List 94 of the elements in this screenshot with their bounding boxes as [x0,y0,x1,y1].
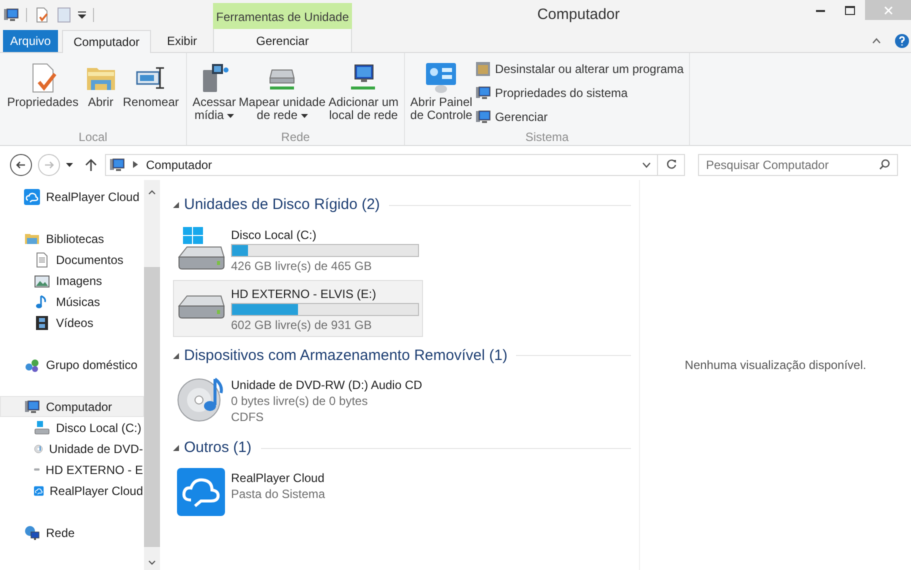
breadcrumb-arrow-icon [133,161,138,168]
collapse-triangle-icon[interactable] [173,202,179,208]
audio-cd-icon [177,375,225,423]
forward-arrow-icon [44,160,54,170]
nav-item[interactable]: Unidade de DVD- [0,438,144,459]
document-icon [34,252,50,268]
minimize-icon [816,8,824,12]
drive-tile[interactable]: Unidade de DVD-RW (D:) Audio CD 0 bytes livre(s) de 0 bytes CDFS [173,371,423,429]
drive-tile[interactable]: RealPlayer Cloud Pasta do Sistema [173,464,423,520]
drive-name: HD EXTERNO - ELVIS (E:) [231,286,378,302]
scrollbar[interactable] [144,180,160,570]
ribbon-tab[interactable]: Gerenciar [213,29,352,52]
image-icon [34,272,50,288]
ribbon-button[interactable]: Renomear [122,60,179,109]
network-icon [24,524,40,540]
window-title: Computador [537,4,620,25]
ribbon-button[interactable]: Acessar mídia [192,60,236,122]
collapse-ribbon-icon[interactable] [872,38,881,44]
drive-detail: 0 bytes livre(s) de 0 bytes [231,393,369,409]
cloud-icon [24,188,40,204]
nav-item[interactable]: Bibliotecas [0,228,144,249]
ribbon-button[interactable]: Abrir Painel de Controle [410,60,472,122]
system-properties-icon [474,85,491,101]
search-icon [879,158,890,170]
group-header: Dispositivos com Armazenamento Removível (1) [184,346,508,366]
nav-item[interactable]: Documentos [0,249,144,270]
drive-tile[interactable]: HD EXTERNO - ELVIS (E:) 602 GB livre(s) de 931 GB [173,280,423,336]
nav-item[interactable]: Músicas [0,291,144,312]
address-field[interactable]: Computador [105,154,658,176]
scroll-up-icon [148,190,156,195]
drive-icon [34,466,40,473]
help-icon[interactable] [895,34,909,48]
nav-item[interactable]: Computador [0,396,144,417]
drive-detail: Pasta do Sistema [231,486,326,502]
ribbon-group-label: Sistema [524,129,570,145]
drive-detail: 426 GB livre(s) de 465 GB [231,258,373,274]
control-panel-icon [424,61,458,95]
scroll-down-icon [148,560,156,565]
ribbon-tab[interactable]: Computador [62,30,151,53]
up-arrow-icon[interactable] [85,158,97,172]
ribbon-group-label: Rede [280,129,311,145]
computer-management-icon [474,109,491,125]
nav-item[interactable]: Rede [0,522,144,543]
uninstall-icon [474,61,491,77]
nav-item[interactable]: Disco Local (C:) [0,417,144,438]
refresh-button[interactable] [658,154,685,176]
nav-item[interactable]: Imagens [0,270,144,291]
back-button[interactable] [10,154,32,176]
ribbon-tab[interactable]: Arquivo [3,30,58,52]
nav-item[interactable]: HD EXTERNO - E [0,459,144,480]
computer-icon [24,398,40,414]
nav-item[interactable]: Grupo doméstico [0,354,144,375]
maximize-icon [845,6,855,14]
ribbon-small-button[interactable]: Propriedades do sistema [474,84,684,102]
nav-item[interactable]: RealPlayer Cloud [0,186,144,207]
drive-detail: CDFS [231,409,265,425]
drive-icon [34,420,50,436]
hard-drive-icon [177,226,225,270]
nav-item[interactable]: Vídeos [0,312,144,333]
drive-name: RealPlayer Cloud [231,470,326,486]
ribbon-group-label: Local [78,129,108,145]
dropdown-caret-icon [226,114,234,118]
ribbon-small-button[interactable]: Desinstalar ou alterar um programa [474,60,684,78]
hard-drive-icon [177,295,225,320]
ribbon-tab[interactable]: Exibir [151,30,213,52]
computer-icon [109,156,125,172]
properties-icon[interactable] [34,7,50,23]
ribbon-button[interactable]: Abrir [84,60,117,109]
ribbon-button[interactable]: Mapear unidade de rede [238,60,326,122]
preview-message: Nenhuma visualização disponível. [684,357,866,374]
contextual-tab-header: Ferramentas de Unidade [213,3,352,30]
group-header: Unidades de Disco Rígido (2) [184,195,380,215]
back-arrow-icon [16,160,26,170]
refresh-icon [666,159,676,170]
collapse-triangle-icon[interactable] [173,352,179,359]
ribbon-button[interactable]: Adicionar um local de rede [328,60,398,122]
drive-tile[interactable]: Disco Local (C:) 426 GB livre(s) de 465 GB [173,220,423,278]
collapse-triangle-icon[interactable] [173,445,179,452]
nav-item[interactable]: RealPlayer Cloud [0,480,144,501]
drive-name: Disco Local (C:) [231,226,318,242]
group-header: Outros (1) [184,438,252,458]
ribbon-small-button[interactable]: Gerenciar [474,108,684,126]
drive-name: Unidade de DVD-RW (D:) Audio CD [231,377,422,393]
ribbon-button[interactable]: Propriedades [7,60,78,109]
recent-locations-caret-icon [66,162,73,166]
film-icon [34,314,50,330]
search-field[interactable]: Pesquisar Computador [698,154,898,176]
cloud-app-icon [177,468,225,516]
close-icon [884,6,892,14]
dropdown-caret-icon [300,114,308,118]
computer-icon [3,7,19,23]
drive-detail: 602 GB livre(s) de 931 GB [231,316,373,332]
dropdown-chevron-icon[interactable] [642,162,651,168]
customize-caret-icon[interactable] [78,11,86,19]
